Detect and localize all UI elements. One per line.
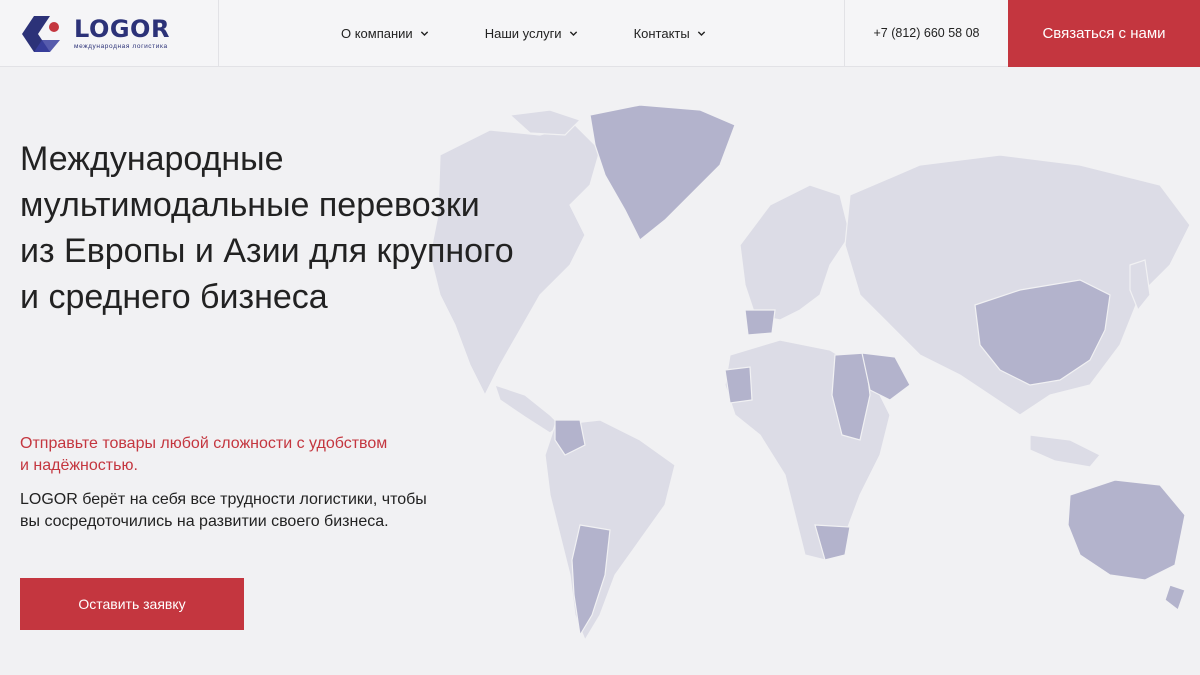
map-se-asia bbox=[1029, 434, 1101, 468]
map-west-africa bbox=[724, 366, 753, 404]
brand-tagline: международная логистика bbox=[74, 43, 168, 50]
hero-accent-line: и надёжностью. bbox=[20, 457, 138, 474]
chevron-down-icon bbox=[697, 30, 705, 36]
map-canada-islands bbox=[508, 109, 582, 136]
hero-title-line: Международные bbox=[20, 140, 284, 178]
main-nav: О компании Наши услуги Контакты bbox=[219, 0, 844, 66]
site-header: LOGOR международная логистика О компании… bbox=[0, 0, 1200, 67]
hero-title-line: из Европы и Азии для крупного bbox=[20, 232, 514, 270]
contact-us-button[interactable]: Связаться с нами bbox=[1008, 0, 1200, 67]
hero-desc-line: LOGOR берёт на себя все трудности логист… bbox=[20, 491, 427, 508]
hero-title-line: мультимодальные перевозки bbox=[20, 186, 480, 224]
nav-item-label: Контакты bbox=[633, 25, 690, 41]
nav-item-about[interactable]: О компании bbox=[341, 26, 429, 41]
nav-item-label: О компании bbox=[341, 25, 413, 41]
hero-title: Международные мультимодальные перевозки … bbox=[20, 136, 620, 320]
hero-description: LOGOR берёт на себя все трудности логист… bbox=[20, 489, 480, 533]
order-request-button[interactable]: Оставить заявку bbox=[20, 578, 244, 630]
map-iberia bbox=[744, 309, 776, 336]
logo-text: LOGOR международная логистика bbox=[74, 17, 170, 50]
logo[interactable]: LOGOR международная логистика bbox=[0, 0, 219, 67]
brand-name: LOGOR bbox=[74, 15, 170, 43]
nav-item-label: Наши услуги bbox=[484, 25, 562, 41]
hero-accent-line: Отправьте товары любой сложности с удобс… bbox=[20, 435, 388, 452]
map-central-america bbox=[494, 384, 561, 434]
chevron-down-icon bbox=[420, 30, 428, 36]
map-nz bbox=[1164, 584, 1186, 611]
hero-title-line: и среднего бизнеса bbox=[20, 278, 328, 316]
hero-desc-line: вы сосредоточились на развитии своего би… bbox=[20, 513, 389, 530]
phone-link[interactable]: +7 (812) 660 58 08 bbox=[844, 0, 1008, 66]
nav-item-services[interactable]: Наши услуги bbox=[485, 26, 578, 41]
map-australia bbox=[1067, 479, 1186, 581]
nav-item-contacts[interactable]: Контакты bbox=[634, 26, 706, 41]
hero-accent-text: Отправьте товары любой сложности с удобс… bbox=[20, 433, 460, 477]
chevron-down-icon bbox=[569, 30, 577, 36]
logo-mark-icon bbox=[22, 15, 60, 52]
map-europe bbox=[739, 184, 851, 321]
